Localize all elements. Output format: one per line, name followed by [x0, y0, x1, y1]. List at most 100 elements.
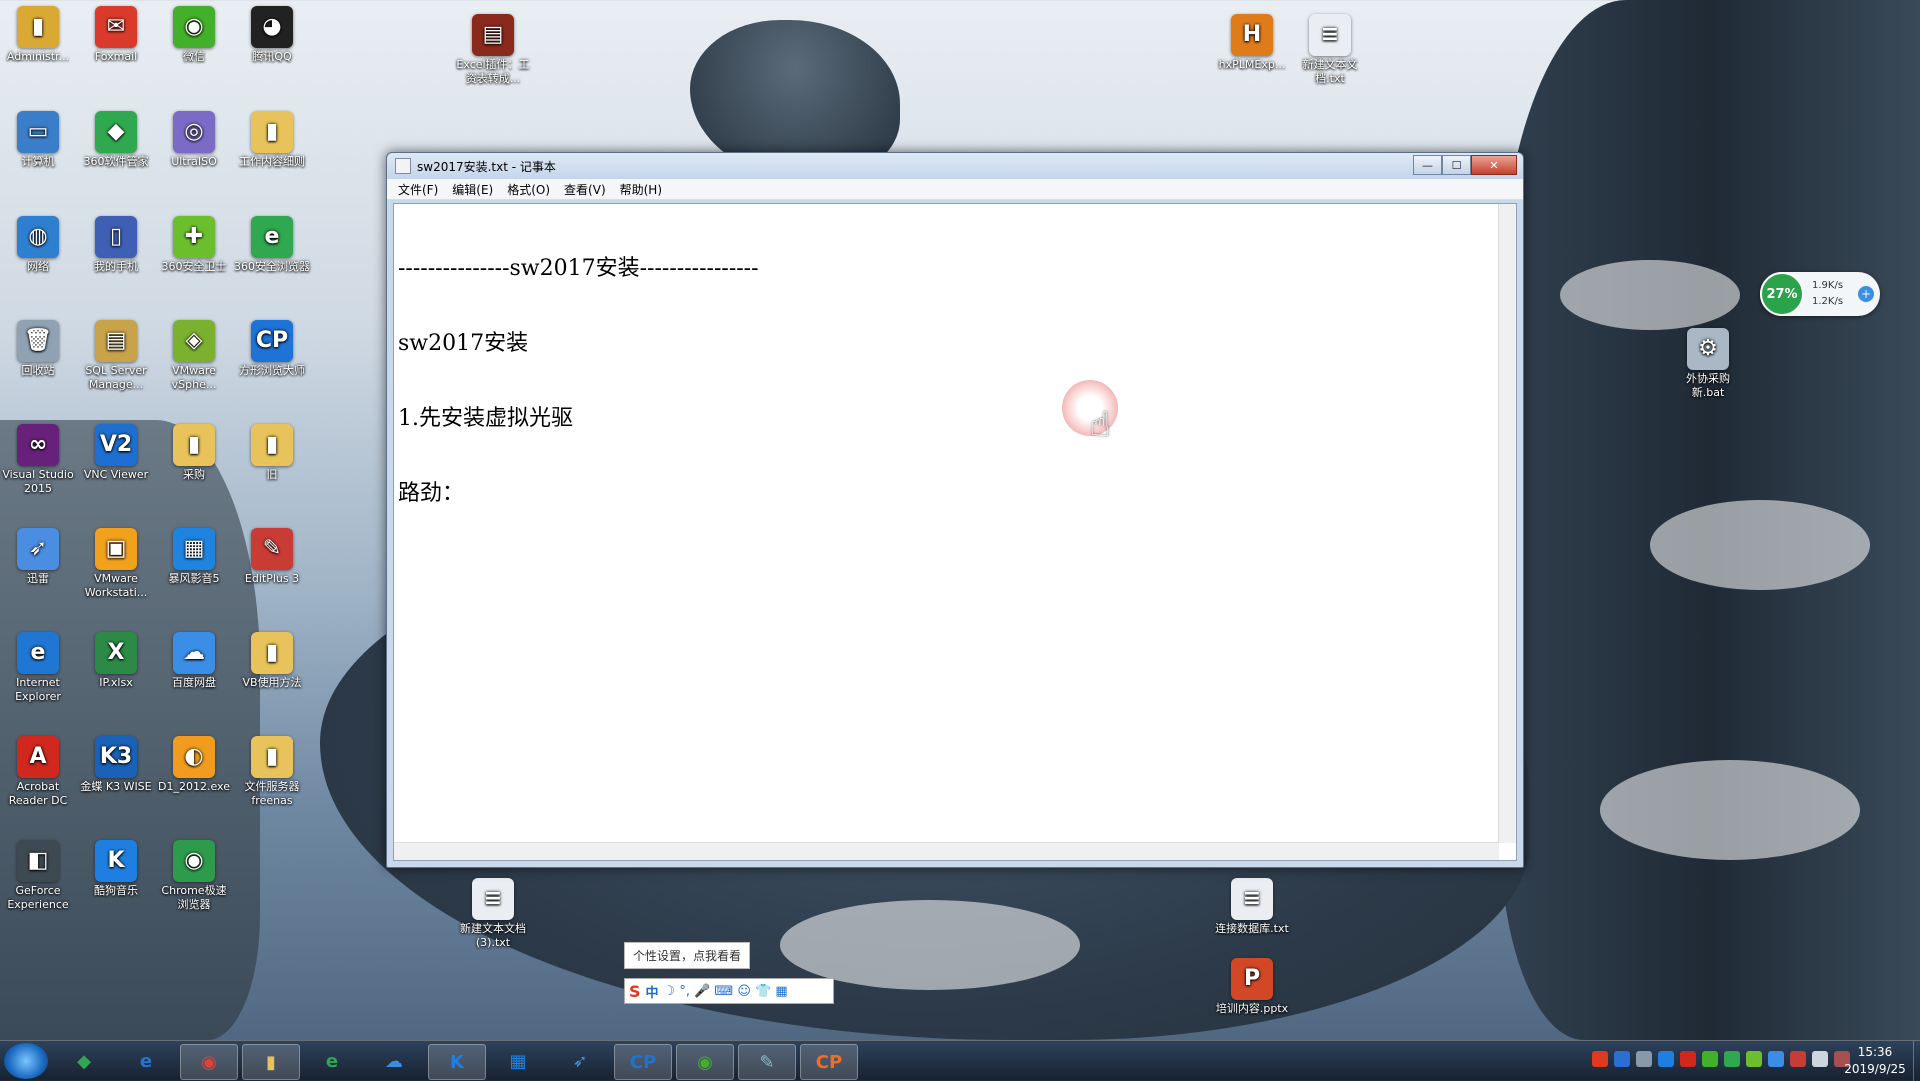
- hand-cursor-icon: ☝: [1090, 405, 1111, 445]
- kugou-tray-icon[interactable]: [1658, 1051, 1674, 1067]
- ime-mode-toggle[interactable]: 中: [646, 982, 659, 1001]
- ime-toolbar[interactable]: S 中 ☽ °, 🎤 ⌨ ☺ 👕 ▦: [624, 978, 834, 1004]
- 360-tray-icon[interactable]: [1746, 1051, 1762, 1067]
- desktop-icon[interactable]: e 360安全浏览器: [234, 216, 310, 274]
- desktop-icon[interactable]: ◧ GeForce Experience: [0, 840, 76, 912]
- maximize-button[interactable]: ☐: [1442, 155, 1471, 175]
- app-icon: 🗑: [17, 320, 59, 362]
- close-button[interactable]: ✕: [1471, 155, 1517, 175]
- desktop-icon[interactable]: ≡ 新建文本文档.txt: [1292, 14, 1368, 86]
- desktop-icon[interactable]: 🗑 回收站: [0, 320, 76, 378]
- menu-view[interactable]: 查看(V): [557, 181, 613, 198]
- desktop-icon[interactable]: ≡ 连接数据库.txt: [1214, 878, 1290, 936]
- app-icon: ✉: [95, 6, 137, 48]
- menu-format[interactable]: 格式(O): [500, 181, 557, 198]
- desktop-icon[interactable]: ◉ 微信: [156, 6, 232, 64]
- desktop-icon[interactable]: ◆ 360软件管家: [78, 111, 154, 169]
- desktop-icon-label: 连接数据库.txt: [1215, 922, 1289, 935]
- desktop-icon[interactable]: ◉ Chrome极速浏览器: [156, 840, 232, 912]
- desktop-icon[interactable]: ▮ VB使用方法: [234, 632, 310, 690]
- taskbar-app-button[interactable]: ▦: [490, 1044, 546, 1078]
- plus-icon[interactable]: +: [1858, 286, 1874, 302]
- desktop-icon[interactable]: ☁ 百度网盘: [156, 632, 232, 690]
- desktop-icon[interactable]: ▭ 计算机: [0, 111, 76, 169]
- taskbar-app-button[interactable]: ✎: [738, 1044, 796, 1080]
- background-snow: [780, 900, 1080, 990]
- desktop-icon[interactable]: ▯ 我的手机: [78, 216, 154, 274]
- text-editor[interactable]: ---------------sw2017安装---------------- …: [393, 203, 1517, 861]
- taskbar-app-button[interactable]: CP: [800, 1044, 858, 1080]
- taskbar-app-button[interactable]: ◉: [180, 1044, 238, 1080]
- desktop-icon[interactable]: K3 金蝶 K3 WISE: [78, 736, 154, 794]
- desktop-icon-label: GeForce Experience: [7, 884, 69, 911]
- tray-icon[interactable]: [1680, 1051, 1696, 1067]
- minimize-button[interactable]: —: [1413, 155, 1442, 175]
- desktop-icon[interactable]: ◕ 腾讯QQ: [234, 6, 310, 64]
- desktop-icon[interactable]: ✎ EditPlus 3: [234, 528, 310, 586]
- show-desktop-button[interactable]: [1913, 1041, 1920, 1081]
- taskbar-app-button[interactable]: K: [428, 1044, 486, 1080]
- taskbar-app-button[interactable]: ▮: [242, 1044, 300, 1080]
- desktop-icon[interactable]: e Internet Explorer: [0, 632, 76, 704]
- menu-file[interactable]: 文件(F): [391, 181, 445, 198]
- desktop-icon[interactable]: ▮ Administr...: [0, 6, 76, 64]
- tray-icon[interactable]: [1724, 1051, 1740, 1067]
- horizontal-scrollbar[interactable]: [394, 842, 1499, 860]
- taskbar-app-button[interactable]: ☁: [366, 1044, 422, 1078]
- taskbar-app-button[interactable]: ◆: [56, 1044, 112, 1078]
- desktop-icon[interactable]: A Acrobat Reader DC: [0, 736, 76, 808]
- notepad-window[interactable]: sw2017安装.txt - 记事本 — ☐ ✕ 文件(F) 编辑(E) 格式(…: [386, 152, 1524, 868]
- taskbar-app-button[interactable]: e: [304, 1044, 360, 1078]
- desktop-icon[interactable]: ▤ Excel插件：工资表转成...: [455, 14, 531, 86]
- sogou-logo-icon[interactable]: S: [629, 982, 641, 1001]
- desktop-icon[interactable]: ▮ 工作内容细则: [234, 111, 310, 169]
- desktop-icon[interactable]: ◈ VMware vSphe...: [156, 320, 232, 392]
- desktop-icon[interactable]: ◐ D1_2012.exe: [156, 736, 232, 794]
- taskbar-app-button[interactable]: ◉: [676, 1044, 734, 1080]
- desktop-icon[interactable]: ▤ SQL Server Manage...: [78, 320, 154, 392]
- clock-time: 15:36: [1857, 1045, 1893, 1059]
- taskbar-app-button[interactable]: ➶: [552, 1044, 608, 1078]
- wechat-tray-icon[interactable]: [1702, 1051, 1718, 1067]
- volume-icon[interactable]: [1812, 1051, 1828, 1067]
- desktop-icon[interactable]: X IP.xlsx: [78, 632, 154, 690]
- desktop-icon[interactable]: ◍ 网络: [0, 216, 76, 274]
- desktop-icon[interactable]: ◎ UltraISO: [156, 111, 232, 169]
- desktop-icon[interactable]: ✚ 360安全卫士: [156, 216, 232, 274]
- app-icon: e: [251, 216, 293, 258]
- menu-help[interactable]: 帮助(H): [613, 181, 669, 198]
- cpu-percent: 27%: [1760, 272, 1804, 316]
- desktop-icon[interactable]: CP 方形浏览大师: [234, 320, 310, 378]
- desktop-icon[interactable]: ∞ Visual Studio 2015: [0, 424, 76, 496]
- desktop-icon[interactable]: HhxPLMExp...: [1214, 14, 1290, 72]
- sogou-tray-icon[interactable]: [1592, 1051, 1608, 1067]
- desktop-icon[interactable]: ▮ 旧: [234, 424, 310, 482]
- window-titlebar[interactable]: sw2017安装.txt - 记事本 — ☐ ✕: [387, 153, 1523, 179]
- network-monitor-widget[interactable]: 27% 1.9K/s 1.2K/s +: [1760, 272, 1880, 316]
- desktop-icon[interactable]: ▦ 暴风影音5: [156, 528, 232, 586]
- taskbar-app-button[interactable]: e: [118, 1044, 174, 1078]
- desktop-icon[interactable]: ≡ 新建文本文档(3).txt: [455, 878, 531, 950]
- taskbar-app-button[interactable]: CP: [614, 1044, 672, 1080]
- desktop-icon[interactable]: K 酷狗音乐: [78, 840, 154, 898]
- desktop-icon[interactable]: ▮ 采购: [156, 424, 232, 482]
- clock[interactable]: 15:36 2019/9/25: [1838, 1044, 1912, 1078]
- start-button[interactable]: [4, 1043, 48, 1079]
- desktop-icon[interactable]: ⚙ 外协采购新.bat: [1670, 328, 1746, 400]
- desktop-icon[interactable]: ▣ VMware Workstati...: [78, 528, 154, 600]
- desktop-icon[interactable]: V2 VNC Viewer: [78, 424, 154, 482]
- vertical-scrollbar[interactable]: [1498, 204, 1516, 843]
- tray-icon[interactable]: [1636, 1051, 1652, 1067]
- ime-tools-icons[interactable]: ☽ °, 🎤 ⌨ ☺ 👕 ▦: [664, 984, 788, 999]
- desktop-icon[interactable]: ▮ 文件服务器 freenas: [234, 736, 310, 808]
- network-tray-icon[interactable]: [1768, 1051, 1784, 1067]
- menu-edit[interactable]: 编辑(E): [445, 181, 500, 198]
- desktop-icon[interactable]: ➶ 迅雷: [0, 528, 76, 586]
- flag-tray-icon[interactable]: [1790, 1051, 1806, 1067]
- desktop-icon-label: 酷狗音乐: [94, 884, 138, 897]
- desktop-icon[interactable]: ✉ Foxmail: [78, 6, 154, 64]
- desktop-icon-label: VMware Workstati...: [84, 572, 148, 599]
- upload-speed: 1.9K/s: [1812, 280, 1844, 291]
- desktop-icon[interactable]: P 培训内容.pptx: [1214, 958, 1290, 1016]
- help-tray-icon[interactable]: [1614, 1051, 1630, 1067]
